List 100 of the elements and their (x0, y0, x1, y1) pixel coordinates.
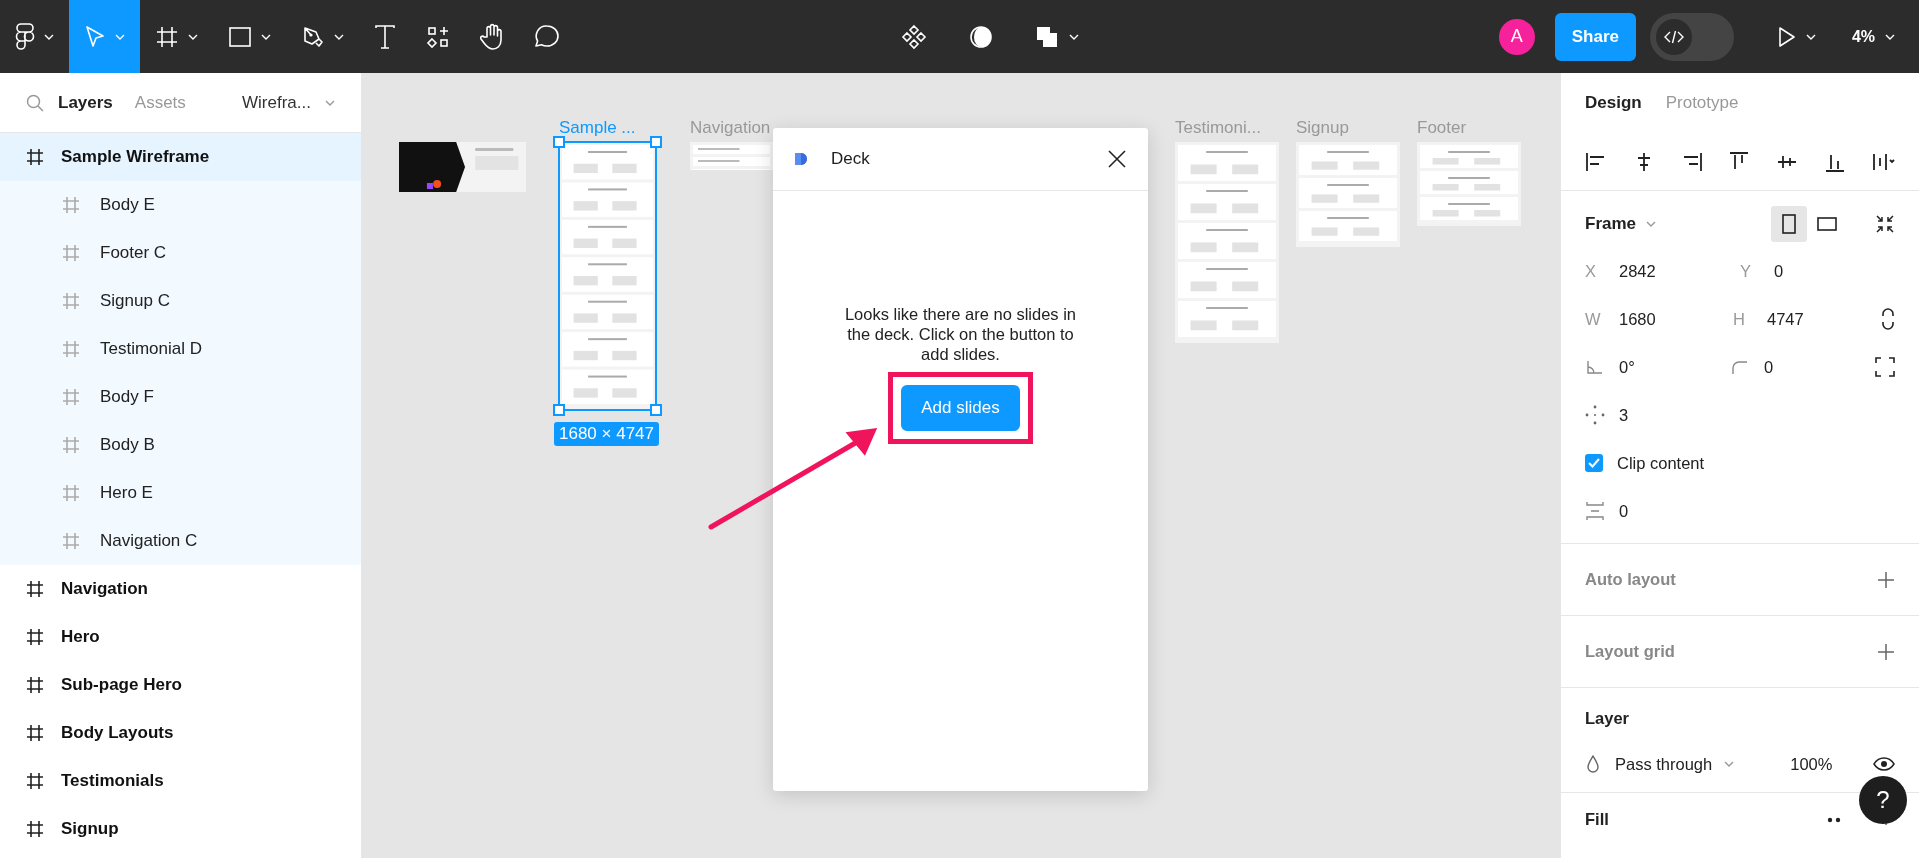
field-value[interactable]: 0° (1619, 354, 1635, 380)
resources-icon (426, 24, 450, 49)
layer-row[interactable]: Footer C (0, 229, 361, 277)
wireframe-thumbnail[interactable] (1296, 142, 1400, 247)
landscape-icon (1817, 217, 1837, 231)
chevron-icon (44, 33, 54, 40)
layer-name: Testimonial D (100, 338, 203, 361)
page-selector[interactable]: Wirefra... (242, 89, 335, 116)
resize-to-fit-button[interactable] (1875, 214, 1895, 234)
layer-row[interactable]: Hero E (0, 469, 361, 517)
comment-icon (534, 23, 560, 50)
layer-row[interactable]: Navigation C (0, 517, 361, 565)
points-icon (1585, 405, 1605, 425)
field-label: X (1585, 260, 1597, 282)
close-icon (1108, 150, 1126, 168)
field-label: H (1733, 308, 1746, 330)
dev-mode-toggle[interactable] (1649, 12, 1734, 61)
field-value[interactable]: 1680 (1619, 306, 1656, 332)
chevron-icon (334, 33, 344, 40)
chevron-icon (261, 33, 271, 40)
section-title: Layout grid (1585, 641, 1675, 663)
independent-corners-button[interactable] (1875, 357, 1895, 377)
resize-handle[interactable] (650, 404, 662, 416)
wireframe-thumbnail[interactable] (1175, 142, 1279, 343)
corners-icon (1875, 357, 1895, 377)
contrast-icon (969, 24, 993, 49)
orientation-button[interactable] (1771, 206, 1807, 242)
resize-handle[interactable] (553, 404, 565, 416)
resize-handle[interactable] (650, 136, 662, 148)
field-value[interactable]: 4747 (1767, 306, 1804, 332)
layer-row[interactable]: Body F (0, 373, 361, 421)
constrain-proportions-button[interactable] (1881, 308, 1895, 330)
frame-type-menu[interactable]: Frame (1585, 211, 1657, 237)
layer-row[interactable]: Testimonial D (0, 325, 361, 373)
field-value[interactable]: 0 (1764, 354, 1774, 380)
blend-mode-menu[interactable]: Pass through (1615, 751, 1735, 777)
plus-icon (1877, 570, 1895, 589)
layer-row[interactable]: Sample Wireframe (0, 133, 361, 181)
layer-row[interactable]: Body B (0, 421, 361, 469)
layer-name: Body B (100, 434, 155, 457)
collapse-icon (1875, 214, 1895, 234)
play-icon (1777, 25, 1796, 48)
rectangle-icon (228, 24, 252, 49)
layer-name: Signup (61, 818, 119, 841)
portrait-icon (1782, 214, 1796, 234)
frame-icon (26, 676, 44, 694)
corner-radius-icon (1730, 359, 1750, 375)
panel-tab[interactable]: Design (1585, 90, 1642, 116)
add-button[interactable] (1877, 570, 1895, 589)
present-button[interactable] (1777, 25, 1816, 48)
dialog-title: Deck (831, 148, 870, 171)
user-avatar[interactable]: A (1498, 18, 1535, 55)
size-badge: 1680 × 4747 (554, 422, 659, 446)
search-icon[interactable] (26, 93, 44, 112)
layer-name: Footer C (100, 242, 167, 265)
chevron-icon (1724, 761, 1735, 767)
chevron-icon (1805, 33, 1816, 40)
help-button[interactable]: ? (1859, 776, 1907, 824)
field-value[interactable]: 3 (1619, 402, 1629, 428)
add-button[interactable] (1877, 642, 1895, 661)
wireframe-thumbnail[interactable] (399, 142, 526, 192)
field-label: W (1585, 308, 1602, 330)
field-value[interactable]: 0 (1774, 258, 1784, 284)
field-value[interactable]: 2842 (1619, 258, 1656, 284)
zoom-level: 4% (1851, 26, 1875, 47)
figma-logo-icon (15, 22, 35, 51)
checkbox[interactable] (1585, 454, 1603, 472)
spacing-icon (1585, 501, 1605, 521)
link-icon (1881, 308, 1895, 330)
zoom-menu[interactable]: 4% (1851, 24, 1895, 49)
frame-icon (62, 340, 80, 358)
checkmark-icon (1588, 458, 1600, 468)
field-value[interactable]: 0 (1619, 498, 1629, 524)
plus-icon (1877, 642, 1895, 661)
resize-handle[interactable] (553, 136, 565, 148)
drop-icon (1585, 754, 1601, 774)
frame-icon (62, 532, 80, 550)
clip-content-checkbox[interactable]: Clip content (1585, 439, 1895, 487)
boolean-icon (1035, 24, 1059, 49)
frame-icon (62, 388, 80, 406)
wireframe-thumbnail[interactable] (1417, 142, 1521, 226)
field-label: Y (1740, 260, 1752, 282)
layer-row[interactable]: Signup C (0, 277, 361, 325)
frame-icon (62, 292, 80, 310)
layer-name: Body Layouts (61, 722, 174, 745)
code-icon (1663, 29, 1684, 44)
layer-name: Body E (100, 194, 155, 217)
layer-name: Sub-page Hero (61, 674, 182, 697)
section-title: Layer (1585, 707, 1631, 729)
layer-name: Testimonials (61, 770, 164, 793)
frame-icon (26, 772, 44, 790)
panel-tab[interactable]: Layers (58, 89, 113, 116)
opacity-value[interactable]: 100% (1790, 751, 1833, 777)
rotation-icon (1585, 359, 1605, 375)
chevron-icon (325, 99, 335, 106)
frame-icon (26, 724, 44, 742)
close-button[interactable] (1106, 148, 1128, 170)
frame-icon (62, 244, 80, 262)
layer-row[interactable]: Body E (0, 181, 361, 229)
wireframe-thumbnail[interactable] (690, 142, 773, 170)
